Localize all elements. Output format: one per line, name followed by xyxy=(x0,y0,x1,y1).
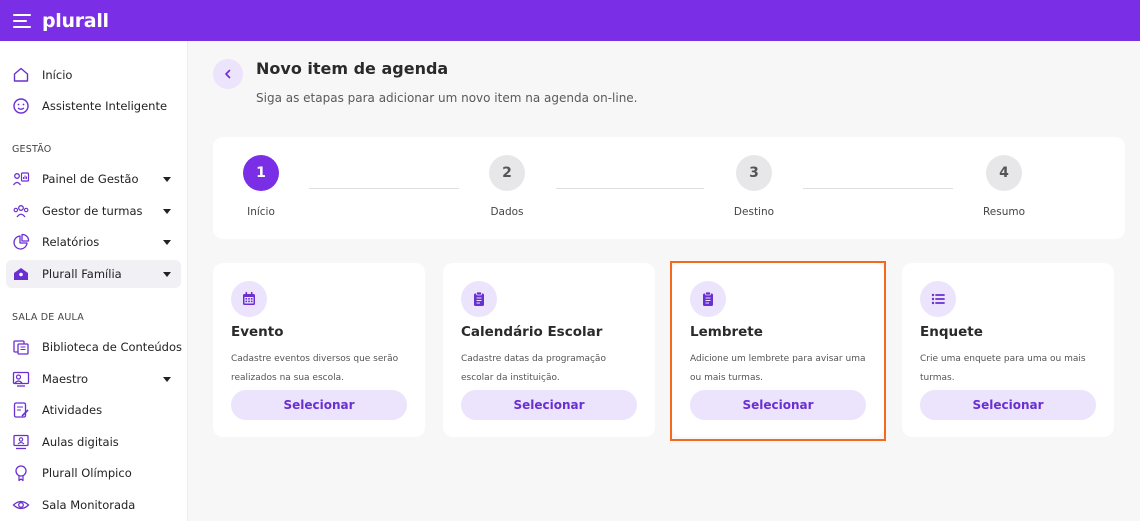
card-evento: Evento Cadastre eventos diversos que ser… xyxy=(213,263,425,437)
sidebar-item-label: Atividades xyxy=(42,403,103,417)
step-number: 2 xyxy=(489,155,525,191)
chevron-down-icon[interactable] xyxy=(163,377,171,382)
page-subtitle: Siga as etapas para adicionar um novo it… xyxy=(256,91,638,105)
chevron-down-icon[interactable] xyxy=(163,240,171,245)
select-enquete-button[interactable]: Selecionar xyxy=(920,390,1096,420)
sidebar-item-label: Sala Monitorada xyxy=(42,498,136,512)
sidebar-item-label: Maestro xyxy=(42,372,89,386)
step-label: Destino xyxy=(733,206,775,218)
step-dados: 2 Dados xyxy=(467,155,547,218)
card-calendario-escolar: Calendário Escolar Cadastre datas da pro… xyxy=(443,263,655,437)
smile-icon xyxy=(12,97,30,115)
step-connector xyxy=(803,188,953,189)
sidebar-item-label: Painel de Gestão xyxy=(42,172,139,186)
card-title: Evento xyxy=(231,324,284,340)
step-number: 1 xyxy=(243,155,279,191)
card-description: Crie uma enquete para uma ou mais turmas… xyxy=(920,354,1086,383)
chevron-down-icon[interactable] xyxy=(163,177,171,182)
sidebar-item-label: Gestor de turmas xyxy=(42,204,143,218)
maestro-icon xyxy=(12,370,30,388)
card-description: Adicione um lembrete para avisar uma ou … xyxy=(690,354,866,383)
card-title: Enquete xyxy=(920,324,983,340)
card-description: Cadastre datas da programação escolar da… xyxy=(461,354,606,383)
sidebar-item-plurall-olimpico[interactable]: Plurall Olímpico xyxy=(6,459,181,487)
dashboard-icon xyxy=(12,170,30,188)
step-label: Dados xyxy=(490,206,524,218)
activities-icon xyxy=(12,401,30,419)
sidebar-item-gestor-turmas[interactable]: Gestor de turmas xyxy=(6,197,181,225)
step-number: 3 xyxy=(736,155,772,191)
sidebar-item-painel-gestao[interactable]: Painel de Gestão xyxy=(6,165,181,193)
sidebar-item-inicio[interactable]: Início xyxy=(6,61,181,89)
step-label: Resumo xyxy=(982,206,1026,218)
sidebar-item-label: Biblioteca de Conteúdos xyxy=(42,340,183,354)
monitor-icon xyxy=(12,433,30,451)
sidebar-item-biblioteca[interactable]: Biblioteca de Conteúdos xyxy=(6,333,183,361)
sidebar-item-atividades[interactable]: Atividades xyxy=(6,396,181,424)
pie-chart-icon xyxy=(12,233,30,251)
library-icon xyxy=(12,338,30,356)
page-title: Novo item de agenda xyxy=(256,59,449,78)
clipboard-icon xyxy=(690,281,726,317)
chevron-down-icon[interactable] xyxy=(163,209,171,214)
clipboard-icon xyxy=(461,281,497,317)
list-icon xyxy=(920,281,956,317)
eye-icon xyxy=(12,496,30,514)
sidebar-item-sala-monitorada[interactable]: Sala Monitorada xyxy=(6,491,181,519)
calendar-icon xyxy=(231,281,267,317)
sidebar-item-aulas-digitais[interactable]: Aulas digitais xyxy=(6,428,181,456)
family-icon xyxy=(12,265,30,283)
sidebar-item-maestro[interactable]: Maestro xyxy=(6,365,181,393)
card-title: Lembrete xyxy=(690,324,763,340)
card-description: Cadastre eventos diversos que serão real… xyxy=(231,354,399,383)
select-evento-button[interactable]: Selecionar xyxy=(231,390,407,420)
select-lembrete-button[interactable]: Selecionar xyxy=(690,390,866,420)
section-title-sala-de-aula: SALA DE AULA xyxy=(12,312,84,323)
step-number: 4 xyxy=(986,155,1022,191)
sidebar-item-label: Plurall Olímpico xyxy=(42,466,132,480)
step-destino: 3 Destino xyxy=(714,155,794,218)
card-enquete: Enquete Crie uma enquete para uma ou mai… xyxy=(902,263,1114,437)
stepper: 1 Início 2 Dados 3 Destino 4 Resumo xyxy=(213,137,1125,239)
sidebar-item-relatorios[interactable]: Relatórios xyxy=(6,228,181,256)
chevron-left-icon xyxy=(225,69,231,79)
top-bar: plurall xyxy=(0,0,1140,41)
medal-icon xyxy=(12,464,30,482)
step-resumo: 4 Resumo xyxy=(964,155,1044,218)
step-connector xyxy=(309,188,459,189)
sidebar-item-label: Assistente Inteligente xyxy=(42,99,168,113)
sidebar-item-label: Início xyxy=(42,68,73,82)
step-connector xyxy=(556,188,704,189)
step-inicio: 1 Início xyxy=(221,155,301,218)
menu-icon[interactable] xyxy=(13,13,31,28)
select-calendario-button[interactable]: Selecionar xyxy=(461,390,637,420)
back-button[interactable] xyxy=(213,59,243,89)
logo[interactable]: plurall xyxy=(42,10,109,32)
sidebar: Início Assistente Inteligente GESTÃO Pai… xyxy=(0,41,188,521)
sidebar-item-assistente[interactable]: Assistente Inteligente xyxy=(6,92,181,120)
chevron-down-icon[interactable] xyxy=(163,272,171,277)
card-lembrete: Lembrete Adicione um lembrete para avisa… xyxy=(672,263,884,437)
section-title-gestao: GESTÃO xyxy=(12,144,52,155)
sidebar-item-label: Relatórios xyxy=(42,235,100,249)
sidebar-item-plurall-familia[interactable]: Plurall Família xyxy=(6,260,181,288)
step-label: Início xyxy=(247,206,275,218)
sidebar-item-label: Plurall Família xyxy=(42,267,122,281)
home-icon xyxy=(12,66,30,84)
users-icon xyxy=(12,202,30,220)
sidebar-item-label: Aulas digitais xyxy=(42,435,119,449)
card-title: Calendário Escolar xyxy=(461,324,603,340)
